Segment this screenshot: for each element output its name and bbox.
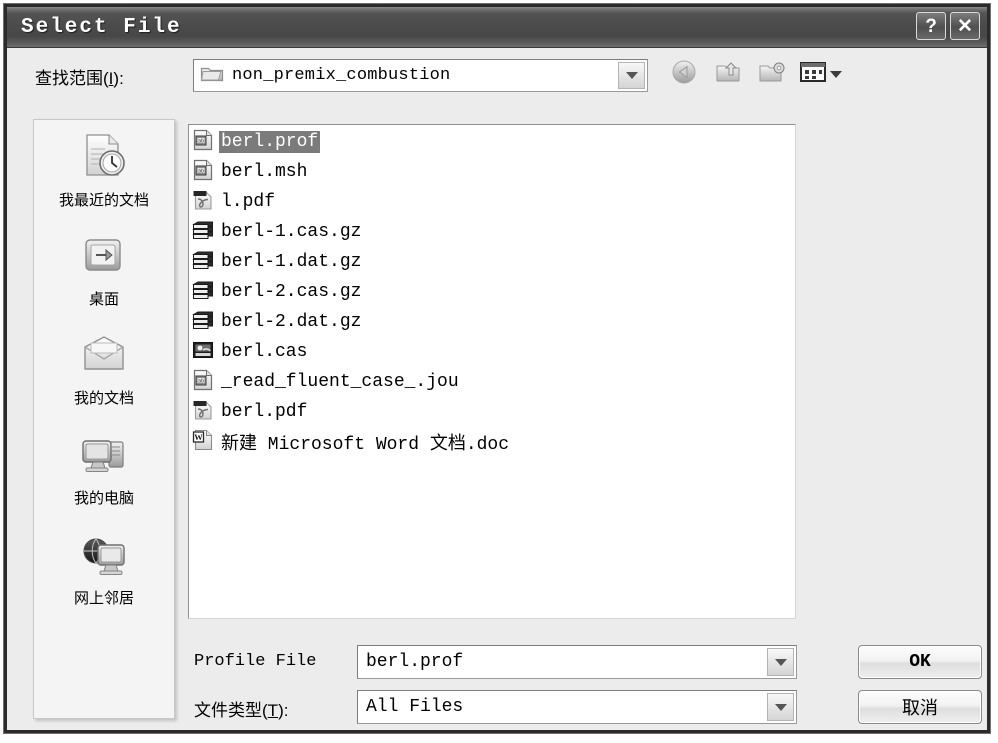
word-file-icon: W xyxy=(192,429,214,456)
file-list-item[interactable]: l.pdf xyxy=(189,187,795,217)
file-list-item[interactable]: ab berl.msh xyxy=(189,157,795,187)
my-documents-icon xyxy=(77,333,131,384)
file-type-label-mnemonic: T xyxy=(267,701,279,720)
help-button[interactable]: ? xyxy=(916,12,946,40)
window-title: Select File xyxy=(21,15,182,39)
recent-documents-icon xyxy=(77,131,131,186)
file-list-item[interactable]: berl.cas xyxy=(189,337,795,367)
network-places-icon xyxy=(76,533,132,584)
title-bar: Select File ? ✕ xyxy=(7,7,987,48)
file-name: berl.msh xyxy=(221,162,308,182)
select-file-dialog: Select File ? ✕ 查找范围(I): non_premix_comb… xyxy=(4,4,990,733)
archive-file-icon xyxy=(192,249,214,276)
place-label: 桌面 xyxy=(88,290,119,308)
svg-text:ab: ab xyxy=(198,138,204,144)
file-list-item[interactable]: W 新建 Microsoft Word 文档.doc xyxy=(189,427,795,457)
look-in-label: 查找范围(I): xyxy=(35,64,124,89)
new-folder-button[interactable] xyxy=(755,58,789,90)
look-in-label-prefix: 查找范围( xyxy=(35,68,109,88)
file-list-item[interactable]: berl-1.dat.gz xyxy=(189,247,795,277)
file-list-item[interactable]: berl.pdf xyxy=(189,397,795,427)
place-item-my-documents[interactable]: 我的文档 xyxy=(34,320,174,420)
svg-text:W: W xyxy=(194,432,203,442)
file-list-item[interactable]: berl-1.cas.gz xyxy=(189,217,795,247)
look-in-combo[interactable]: non_premix_combustion xyxy=(193,59,648,92)
place-item-recent-documents[interactable]: 我最近的文档 xyxy=(34,120,174,220)
place-item-my-computer[interactable]: 我的电脑 xyxy=(34,420,174,520)
cancel-button[interactable]: 取消 xyxy=(858,690,982,724)
svg-text:ab: ab xyxy=(198,168,204,174)
views-chevron-down-icon[interactable] xyxy=(830,70,842,78)
file-name: berl.pdf xyxy=(221,402,308,422)
up-one-level-button[interactable] xyxy=(711,58,745,90)
navigation-toolbar xyxy=(667,58,842,90)
up-one-level-icon xyxy=(715,60,741,89)
new-folder-icon xyxy=(758,60,786,89)
back-button[interactable] xyxy=(667,58,701,90)
views-button[interactable] xyxy=(799,60,842,89)
pdf-file-icon xyxy=(192,189,214,216)
desktop-icon xyxy=(77,232,131,285)
file-type-chevron-down-icon[interactable] xyxy=(767,693,794,721)
views-icon xyxy=(799,60,827,89)
place-label: 网上邻居 xyxy=(73,589,134,607)
archive-file-icon xyxy=(192,219,214,246)
ok-button[interactable]: OK xyxy=(858,645,982,679)
file-type-label: 文件类型(T): xyxy=(194,696,288,721)
file-list-item[interactable]: berl-2.dat.gz xyxy=(189,307,795,337)
file-name: _read_fluent_case_.jou xyxy=(221,372,459,392)
close-button[interactable]: ✕ xyxy=(950,12,980,40)
file-type-value: All Files xyxy=(366,697,464,717)
text-file-icon: ab xyxy=(192,159,214,186)
place-label: 我的文档 xyxy=(73,389,134,407)
file-name: 新建 Microsoft Word 文档.doc xyxy=(221,435,510,455)
place-label: 我的电脑 xyxy=(73,489,134,507)
file-name: l.pdf xyxy=(221,192,276,212)
places-bar: 我最近的文档 桌面 我的文档 我的电脑 网上邻居 xyxy=(33,119,175,719)
my-computer-icon xyxy=(76,433,132,484)
archive-file-icon xyxy=(192,279,214,306)
ok-button-label: OK xyxy=(909,652,931,672)
text-file-icon: ab xyxy=(192,369,214,396)
svg-text:ab: ab xyxy=(198,378,204,384)
file-name: berl-2.dat.gz xyxy=(221,312,362,332)
folder-icon xyxy=(200,63,224,88)
look-in-value: non_premix_combustion xyxy=(232,66,451,85)
file-name: berl-1.cas.gz xyxy=(221,222,362,242)
file-name: berl.prof xyxy=(219,131,321,153)
file-name: berl-2.cas.gz xyxy=(221,282,362,302)
file-list-item[interactable]: berl-2.cas.gz xyxy=(189,277,795,307)
file-type-label-suffix: ): xyxy=(278,701,289,720)
place-label: 我最近的文档 xyxy=(58,191,149,209)
archive-file-icon xyxy=(192,309,214,336)
profile-chevron-down-icon[interactable] xyxy=(767,648,794,676)
profile-file-value: berl.prof xyxy=(366,652,464,672)
back-icon xyxy=(671,59,697,90)
place-item-desktop[interactable]: 桌面 xyxy=(34,220,174,320)
file-name: berl-1.dat.gz xyxy=(221,252,362,272)
look-in-label-suffix: ): xyxy=(113,68,124,88)
file-list[interactable]: ab berl.prof ab berl.msh l.pdf berl-1.cas.gz b… xyxy=(188,124,796,619)
profile-file-label: Profile File xyxy=(194,652,317,671)
file-list-item[interactable]: ab _read_fluent_case_.jou xyxy=(189,367,795,397)
pdf-file-icon xyxy=(192,399,214,426)
file-type-select[interactable]: All Files xyxy=(357,690,797,724)
file-type-label-prefix: 文件类型( xyxy=(194,701,268,720)
text-file-icon: ab xyxy=(192,129,214,156)
file-list-item[interactable]: ab berl.prof xyxy=(189,127,795,157)
title-bar-buttons: ? ✕ xyxy=(916,12,980,40)
file-name: berl.cas xyxy=(221,342,308,362)
profile-file-input[interactable]: berl.prof xyxy=(357,645,797,679)
cancel-button-label: 取消 xyxy=(902,698,938,718)
binary-file-icon xyxy=(192,339,214,366)
place-item-network-places[interactable]: 网上邻居 xyxy=(34,520,174,620)
chevron-down-icon[interactable] xyxy=(618,62,645,89)
look-in-bar: 查找范围(I): non_premix_combustion xyxy=(7,48,987,104)
